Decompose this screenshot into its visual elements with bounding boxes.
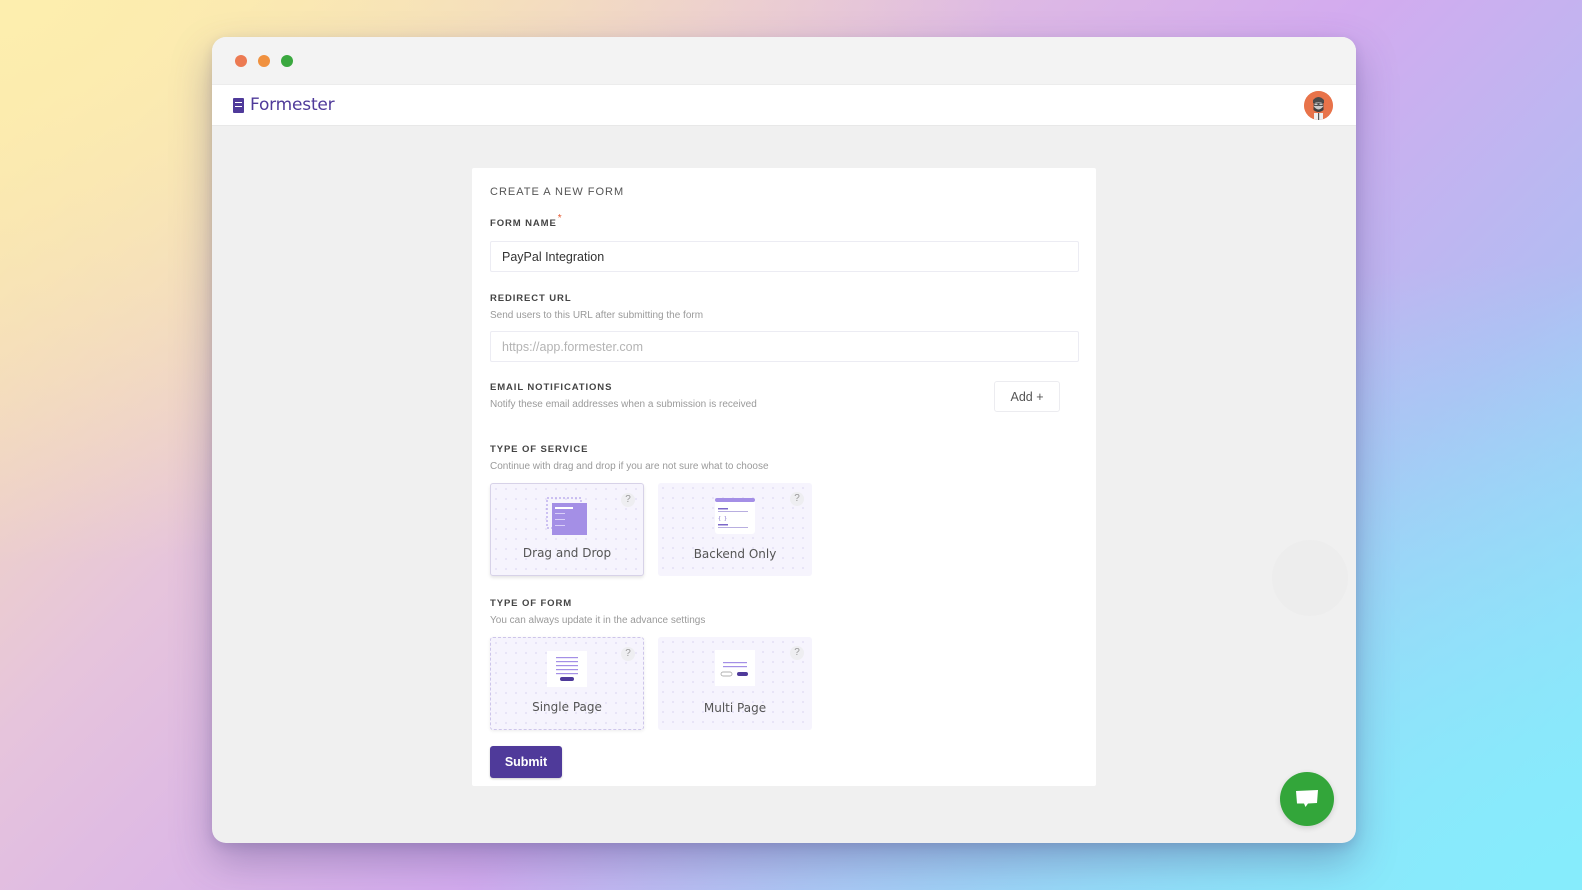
help-question-icon[interactable]: ? — [790, 646, 804, 660]
redirect-url-label: REDIRECT URL — [490, 293, 572, 304]
close-window-button[interactable] — [235, 55, 247, 67]
service-type-options: ? Drag and Drop ? {} Backend Only — [490, 483, 1078, 576]
redirect-url-help: Send users to this URL after submitting … — [490, 310, 704, 321]
single-page-illustration-icon — [547, 651, 587, 692]
app-header: Formester — [212, 85, 1356, 126]
form-type-section: TYPE OF FORM You can always update it in… — [490, 598, 1078, 730]
form-type-help: You can always update it in the advance … — [490, 615, 706, 626]
browser-window: Formester CREATE A NEW FORM FORM NAME* P… — [212, 37, 1356, 843]
window-titlebar — [212, 37, 1356, 85]
help-question-icon[interactable]: ? — [790, 492, 804, 506]
add-email-button[interactable]: Add + — [994, 381, 1060, 412]
maximize-window-button[interactable] — [281, 55, 293, 67]
service-type-label: TYPE OF SERVICE — [490, 444, 589, 455]
user-avatar[interactable] — [1304, 91, 1333, 120]
form-type-label: TYPE OF FORM — [490, 598, 573, 609]
minimize-window-button[interactable] — [258, 55, 270, 67]
form-option-single-page[interactable]: ? Single Page — [490, 637, 644, 730]
brand-name: Formester — [250, 95, 335, 115]
required-asterisk: * — [557, 213, 562, 224]
help-question-icon[interactable]: ? — [621, 493, 635, 507]
main-content: CREATE A NEW FORM FORM NAME* REDIRECT UR… — [212, 126, 1356, 843]
redirect-url-input[interactable] — [490, 331, 1079, 362]
create-form-card: CREATE A NEW FORM FORM NAME* REDIRECT UR… — [472, 168, 1096, 786]
service-option-backend-only[interactable]: ? { } Backend Only — [658, 483, 812, 576]
brand-logo[interactable]: Formester — [233, 95, 335, 115]
help-question-icon[interactable]: ? — [621, 647, 635, 661]
drag-and-drop-illustration-icon — [545, 497, 589, 542]
form-name-section: FORM NAME* — [490, 213, 1079, 272]
submit-button[interactable]: Submit — [490, 746, 562, 778]
form-option-multi-page[interactable]: ? Multi Page — [658, 637, 812, 730]
form-name-label: FORM NAME — [490, 218, 557, 229]
svg-text:{ }: { } — [718, 516, 727, 522]
chat-bubble-icon — [1296, 790, 1318, 807]
user-avatar-icon — [1304, 91, 1333, 120]
service-type-help: Continue with drag and drop if you are n… — [490, 461, 769, 472]
page-title: CREATE A NEW FORM — [490, 186, 625, 198]
faded-overlay-circle — [1272, 540, 1348, 616]
multi-page-illustration-icon — [715, 650, 755, 691]
option-label: Backend Only — [693, 547, 777, 561]
form-type-options: ? Single Page ? Multi Page — [490, 637, 1078, 730]
email-notifications-label: EMAIL NOTIFICATIONS — [490, 382, 613, 393]
option-label: Drag and Drop — [522, 546, 612, 560]
formester-logo-icon — [233, 97, 244, 113]
form-name-input[interactable] — [490, 241, 1079, 272]
redirect-url-section: REDIRECT URL Send users to this URL afte… — [490, 293, 1079, 362]
backend-only-illustration-icon: { } — [713, 496, 757, 541]
chat-widget-button[interactable] — [1280, 772, 1334, 826]
service-type-section: TYPE OF SERVICE Continue with drag and d… — [490, 444, 1078, 576]
option-label: Single Page — [532, 700, 602, 714]
service-option-drag-and-drop[interactable]: ? Drag and Drop — [490, 483, 644, 576]
option-label: Multi Page — [703, 701, 767, 715]
email-notifications-section: EMAIL NOTIFICATIONS Notify these email a… — [490, 382, 1078, 410]
email-notifications-help: Notify these email addresses when a subm… — [490, 399, 757, 410]
